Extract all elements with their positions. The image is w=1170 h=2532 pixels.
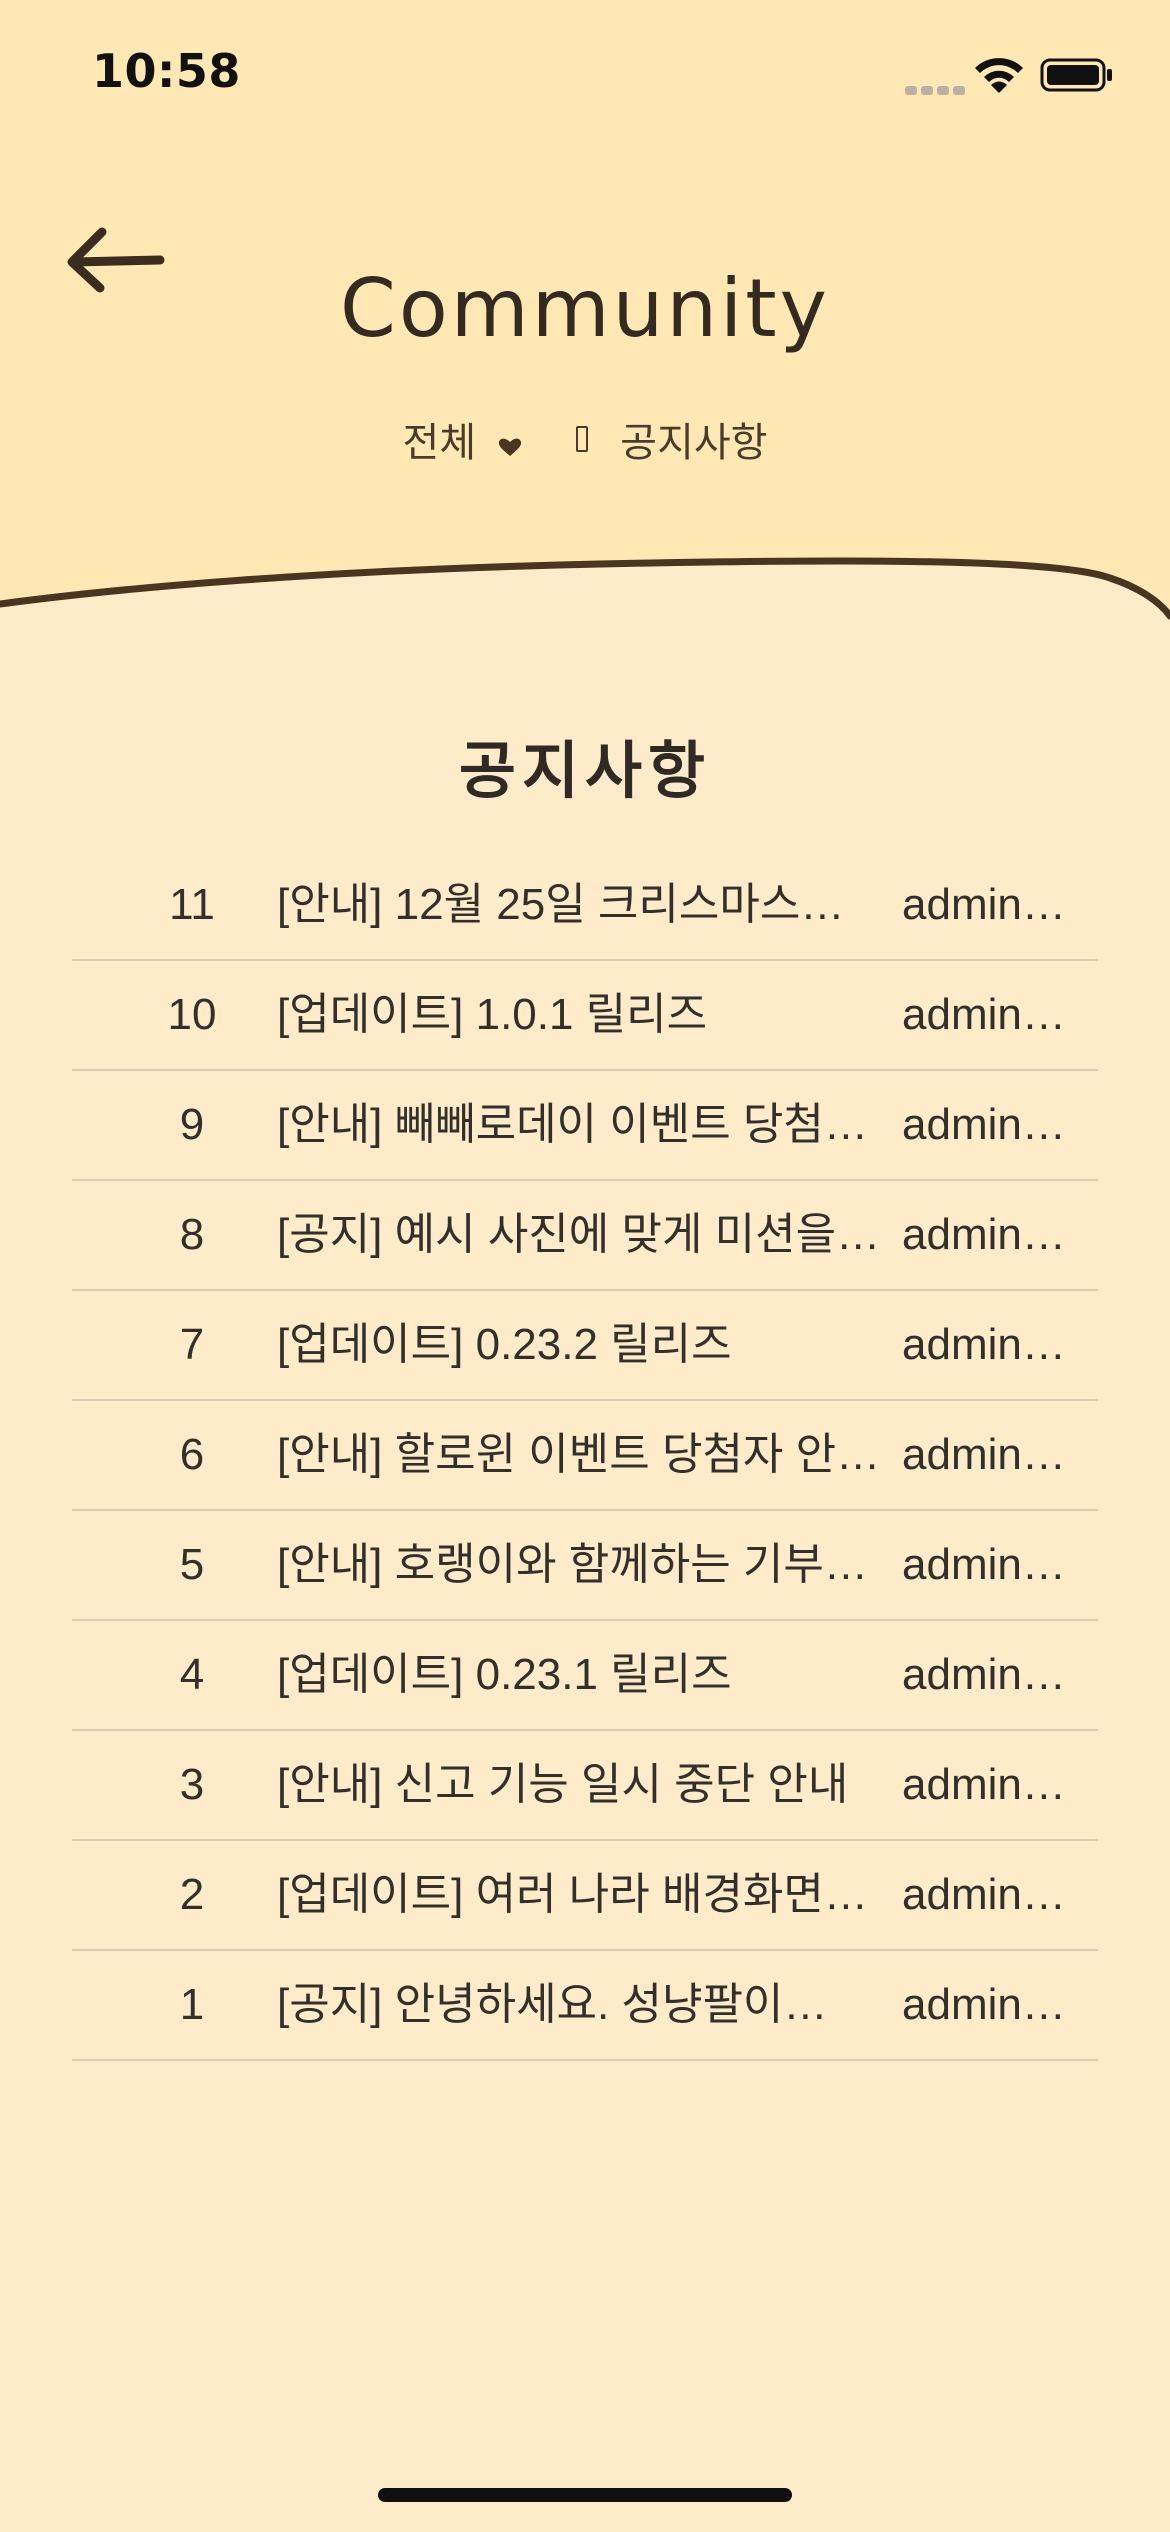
post-row[interactable]: 9 [안내] 빼빼로데이 이벤트 당첨… admin… bbox=[72, 1071, 1098, 1181]
post-number: 6 bbox=[179, 1430, 205, 1479]
post-author: admin… bbox=[902, 1320, 1066, 1369]
home-indicator[interactable] bbox=[378, 2488, 792, 2502]
post-number: 11 bbox=[169, 880, 215, 929]
post-number: 9 bbox=[179, 1100, 205, 1149]
post-subject: [안내] 신고 기능 일시 중단 안내 bbox=[277, 1760, 849, 1809]
post-list: 11 [안내] 12월 25일 크리스마스… admin… 10 [업데이트] … bbox=[72, 851, 1098, 2061]
category-dropdown[interactable]: 전체 bbox=[403, 410, 527, 468]
post-author: admin… bbox=[902, 1870, 1066, 1919]
post-subject: [안내] 빼빼로데이 이벤트 당첨… bbox=[277, 1100, 868, 1149]
post-number: 5 bbox=[179, 1540, 205, 1589]
post-number: 3 bbox=[179, 1760, 205, 1809]
breadcrumb-separator bbox=[575, 426, 588, 452]
post-subject: [업데이트] 0.23.1 릴리즈 bbox=[277, 1650, 732, 1699]
wifi-icon bbox=[975, 58, 1023, 93]
post-author: admin… bbox=[902, 1980, 1066, 2029]
status-bar: 10:58 bbox=[0, 0, 1170, 150]
post-row[interactable]: 1 [공지] 안녕하세요. 성냥팔이… admin… bbox=[72, 1951, 1098, 2061]
board-label: 공지사항 bbox=[620, 420, 768, 466]
section-title: 공지사항 bbox=[458, 734, 712, 807]
heart-icon bbox=[497, 422, 523, 468]
post-row[interactable]: 3 [안내] 신고 기능 일시 중단 안내 admin… bbox=[72, 1731, 1098, 1841]
post-author: admin… bbox=[902, 1210, 1066, 1259]
post-subject: [공지] 안녕하세요. 성냥팔이… bbox=[277, 1980, 828, 2029]
post-subject: [업데이트] 1.0.1 릴리즈 bbox=[277, 990, 708, 1039]
post-row[interactable]: 5 [안내] 호랭이와 함께하는 기부… admin… bbox=[72, 1511, 1098, 1621]
post-subject: [공지] 예시 사진에 맞게 미션을… bbox=[277, 1210, 881, 1259]
post-row[interactable]: 4 [업데이트] 0.23.1 릴리즈 admin… bbox=[72, 1621, 1098, 1731]
post-author: admin… bbox=[902, 1540, 1066, 1589]
post-number: 2 bbox=[179, 1870, 205, 1919]
page-title: Community bbox=[339, 262, 830, 355]
category-label: 전체 bbox=[402, 420, 477, 466]
post-number: 7 bbox=[179, 1320, 205, 1369]
post-author: admin… bbox=[902, 1650, 1066, 1699]
status-time: 10:58 bbox=[92, 44, 241, 98]
post-row[interactable]: 10 [업데이트] 1.0.1 릴리즈 admin… bbox=[72, 961, 1098, 1071]
post-author: admin… bbox=[902, 880, 1066, 929]
post-subject: [업데이트] 0.23.2 릴리즈 bbox=[277, 1320, 732, 1369]
post-author: admin… bbox=[902, 990, 1066, 1039]
post-subject: [안내] 12월 25일 크리스마스… bbox=[277, 880, 845, 929]
post-author: admin… bbox=[902, 1760, 1066, 1809]
post-row[interactable]: 7 [업데이트] 0.23.2 릴리즈 admin… bbox=[72, 1291, 1098, 1401]
post-subject: [안내] 할로윈 이벤트 당첨자 안… bbox=[277, 1430, 881, 1479]
battery-icon bbox=[1040, 58, 1112, 92]
post-row[interactable]: 6 [안내] 할로윈 이벤트 당첨자 안… admin… bbox=[72, 1401, 1098, 1511]
post-author: admin… bbox=[902, 1430, 1066, 1479]
post-number: 8 bbox=[179, 1210, 205, 1259]
cellular-signal-icon bbox=[905, 82, 969, 100]
breadcrumb: 전체 공지사항 bbox=[0, 410, 1170, 468]
post-row[interactable]: 2 [업데이트] 여러 나라 배경화면… admin… bbox=[72, 1841, 1098, 1951]
post-row[interactable]: 11 [안내] 12월 25일 크리스마스… admin… bbox=[72, 851, 1098, 961]
post-subject: [안내] 호랭이와 함께하는 기부… bbox=[277, 1540, 868, 1589]
header-wave-divider bbox=[0, 557, 1170, 670]
post-author: admin… bbox=[902, 1100, 1066, 1149]
post-number: 10 bbox=[167, 990, 217, 1039]
post-row[interactable]: 8 [공지] 예시 사진에 맞게 미션을… admin… bbox=[72, 1181, 1098, 1291]
post-subject: [업데이트] 여러 나라 배경화면… bbox=[277, 1870, 868, 1919]
post-number: 1 bbox=[179, 1980, 205, 2029]
post-number: 4 bbox=[179, 1650, 205, 1699]
